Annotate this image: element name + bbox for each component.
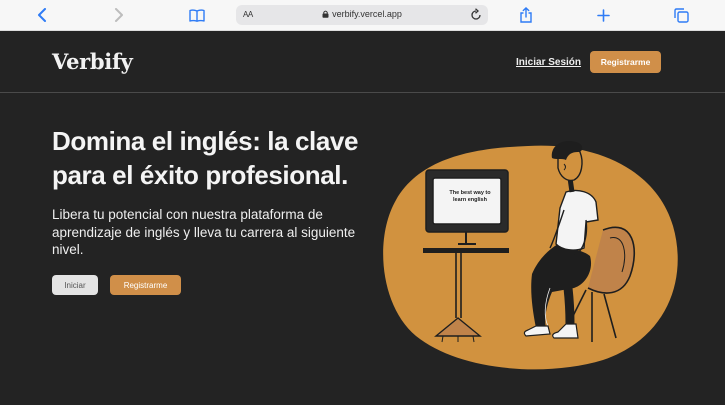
address-bar[interactable]: AA verbify.vercel.app bbox=[236, 5, 488, 25]
back-icon[interactable] bbox=[31, 5, 53, 25]
register-button-header[interactable]: Registrarme bbox=[590, 51, 661, 73]
register-button-hero[interactable]: Registrarme bbox=[110, 275, 181, 295]
url-text: verbify.vercel.app bbox=[332, 9, 402, 19]
start-button[interactable]: Iniciar bbox=[52, 275, 98, 295]
share-icon[interactable] bbox=[515, 5, 537, 25]
site-header: Verbify Iniciar Sesión Registrarme bbox=[0, 31, 725, 93]
bookmarks-icon[interactable] bbox=[186, 5, 208, 25]
monitor-screen-text: The best way to learn english bbox=[449, 190, 491, 203]
new-tab-icon[interactable] bbox=[592, 5, 614, 25]
brand-logo[interactable]: Verbify bbox=[52, 49, 133, 74]
browser-toolbar: AA verbify.vercel.app bbox=[0, 0, 725, 31]
lock-icon bbox=[322, 10, 329, 18]
hero-title: Domina el inglés: la clave para el éxito… bbox=[52, 126, 359, 190]
reload-icon[interactable] bbox=[470, 8, 482, 21]
tabs-overview-icon[interactable] bbox=[670, 5, 692, 25]
login-link[interactable]: Iniciar Sesión bbox=[516, 57, 581, 68]
hero-subtitle: Libera tu potencial con nuestra platafor… bbox=[52, 207, 356, 257]
forward-icon[interactable] bbox=[108, 5, 130, 25]
hero-illustration bbox=[383, 140, 678, 370]
